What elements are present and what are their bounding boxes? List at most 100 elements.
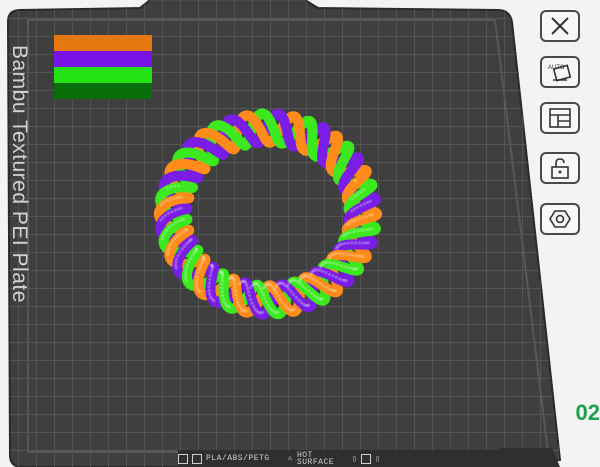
filament-swatch-green[interactable]: [54, 67, 152, 83]
ring-highlight: [284, 284, 288, 288]
ring-highlight: [187, 259, 191, 264]
ring-highlight: [304, 286, 308, 290]
close-icon: [551, 17, 569, 35]
trash-icon-2: ▯: [375, 454, 381, 464]
ring-highlight: [179, 195, 183, 199]
ring-highlight: [346, 231, 350, 235]
ring-highlight: [332, 261, 336, 265]
ring-highlight: [176, 219, 180, 223]
ring-highlight: [199, 264, 203, 268]
ring-highlight: [258, 287, 262, 291]
ring-highlight: [172, 196, 176, 200]
ring-highlight: [173, 221, 177, 225]
ring-highlight: [161, 216, 165, 220]
ring-highlight: [356, 192, 360, 196]
ring-highlight: [159, 203, 163, 207]
lock-button[interactable]: [540, 152, 580, 184]
ring-highlight: [249, 297, 253, 301]
ring-highlight: [353, 179, 357, 183]
ring-highlight: [370, 213, 374, 217]
ring-highlight: [364, 241, 368, 245]
filament-swatch-purple[interactable]: [54, 51, 152, 67]
ring-highlight: [266, 303, 270, 307]
ring-highlight: [167, 246, 171, 250]
ring-highlight: [235, 300, 240, 304]
build-plate-view: Bambu Textured PEI Plate AUTO 02 PLA/ABS…: [0, 0, 600, 467]
ring-highlight: [209, 295, 213, 299]
filament-swatch-orange[interactable]: [54, 35, 152, 51]
ring-highlight: [349, 266, 353, 270]
ring-highlight: [331, 274, 335, 278]
ring-highlight: [339, 263, 343, 267]
ring-highlight: [173, 237, 177, 241]
ring-highlight: [232, 279, 236, 283]
ring-highlight: [159, 218, 163, 222]
ring-highlight: [352, 207, 357, 211]
arrange-button[interactable]: [540, 102, 580, 134]
ring-highlight: [178, 232, 182, 236]
ring-highlight: [197, 267, 201, 271]
ring-highlight: [318, 281, 322, 285]
ring-highlight: [350, 197, 354, 201]
ring-strand-segment: [338, 155, 349, 166]
ring-highlight: [221, 297, 225, 301]
ring-highlight: [362, 202, 366, 206]
ring-highlight: [308, 275, 313, 280]
plate-number: 02: [575, 400, 600, 425]
ring-highlight: [350, 209, 354, 213]
ring-highlight: [367, 227, 371, 231]
ring-strand-segment: [171, 182, 182, 193]
ring-highlight: [297, 298, 301, 302]
ring-highlight: [359, 203, 363, 208]
ring-highlight: [335, 252, 339, 256]
footer-surface-text-2: SURFACE: [296, 457, 335, 467]
ring-highlight: [173, 184, 177, 188]
ring-highlight: [208, 274, 213, 278]
hex-settings-icon: [549, 210, 571, 228]
ring-highlight: [350, 219, 354, 223]
ring-highlight: [356, 205, 360, 209]
ring-highlight: [299, 301, 303, 305]
unlock-icon: [551, 158, 569, 179]
ring-highlight: [175, 257, 179, 261]
auto-orient-button[interactable]: AUTO: [540, 56, 580, 88]
ring-strand-segment: [244, 288, 256, 299]
plate-settings-button[interactable]: [540, 203, 580, 235]
plate-tab-right: [500, 448, 560, 467]
square-icon: [361, 453, 372, 464]
ring-highlight: [220, 286, 224, 290]
ring-strand-segment: [199, 139, 211, 150]
ring-highlight: [234, 293, 238, 297]
ring-highlight: [168, 243, 172, 247]
warning-icon: ⚠: [287, 454, 293, 463]
ring-strand-segment: [218, 280, 229, 291]
footer-material-text: PLA/ABS/PETG: [206, 454, 270, 463]
ring-highlight: [162, 201, 166, 205]
ring-highlight: [165, 199, 169, 203]
ring-strand-segment: [347, 164, 358, 175]
ring-highlight: [345, 252, 350, 256]
ring-highlight: [165, 228, 169, 232]
ring-highlight: [346, 266, 350, 270]
ring-highlight: [247, 290, 251, 294]
ring-strand-segment: [238, 121, 249, 133]
ring-highlight: [349, 230, 353, 234]
ring-highlight: [208, 292, 212, 296]
ring-highlight: [340, 242, 344, 246]
ring-highlight: [222, 300, 226, 304]
trash-icon: ▯: [352, 454, 358, 464]
ring-strand-segment: [253, 120, 264, 132]
ring-highlight: [182, 244, 186, 248]
ring-highlight: [245, 284, 249, 288]
filament-swatch-darkgreen[interactable]: [54, 83, 152, 99]
ring-highlight: [261, 293, 265, 297]
ring-strand-segment: [181, 159, 193, 170]
ring-highlight: [312, 294, 316, 298]
ring-highlight: [191, 253, 195, 257]
ring-highlight: [176, 184, 180, 188]
close-plate-button[interactable]: [540, 10, 580, 42]
ring-highlight: [170, 240, 175, 244]
ring-highlight: [248, 294, 252, 298]
ring-highlight: [272, 288, 276, 292]
ring-highlight: [350, 241, 354, 245]
